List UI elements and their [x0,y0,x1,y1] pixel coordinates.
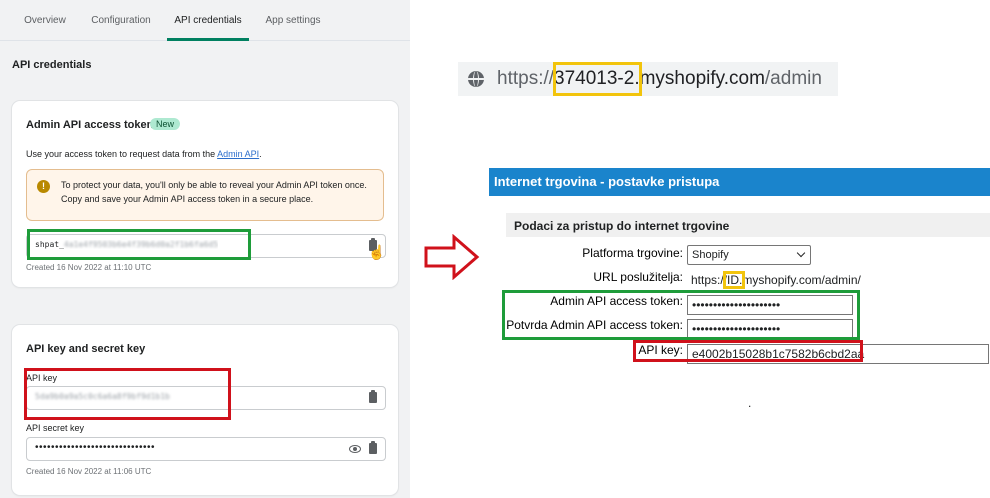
form-apikey-highlight-box [633,340,863,362]
browser-url-bar[interactable]: https://374013-2.myshopify.com/admin [458,62,838,96]
globe-icon [468,71,484,87]
warning-text: To protect your data, you'll only be abl… [61,180,367,204]
token-created-date: Created 16 Nov 2022 at 11:10 UTC [26,263,152,272]
api-secret-label: API secret key [26,423,85,433]
form-id-highlight-box [723,271,745,289]
tab-overview[interactable]: Overview [12,0,78,40]
access-token-help: Use your access token to request data fr… [26,149,262,159]
url-path: /admin [764,68,822,89]
section-title: API credentials [12,59,92,71]
help-suffix: . [259,149,262,159]
platform-value: Shopify [692,249,729,261]
shopify-admin-panel: Overview Configuration API credentials A… [0,0,410,498]
url-domain: .myshopify.com [634,68,765,89]
form-token-highlight-box [502,290,860,340]
url-prefix: https:// [497,68,555,89]
api-key-highlight-box [24,368,231,420]
api-secret-field[interactable]: •••••••••••••••••••••••••••••• [26,437,386,461]
tab-bar: Overview Configuration API credentials A… [0,0,410,41]
help-text: Use your access token to request data fr… [26,149,218,159]
platform-label: Platforma trgovine: [582,246,683,260]
form-url-suffix: .myshopify.com/admin/ [739,273,861,287]
id-highlight-box [553,62,642,96]
tab-app-settings[interactable]: App settings [256,0,330,40]
chevron-down-icon [796,248,806,258]
api-key-card-title: API key and secret key [26,343,146,355]
url-label: URL poslužitelja: [593,270,683,284]
warning-banner: ! To protect your data, you'll only be a… [26,169,384,221]
eye-icon[interactable] [349,445,361,453]
clipboard-icon[interactable] [369,441,377,454]
access-token-title: Admin API access token [26,119,154,131]
warning-icon: ! [37,180,50,193]
new-badge: New [150,118,181,130]
url-text: https://374013-2.myshopify.com/admin [497,68,822,90]
key-created-date: Created 16 Nov 2022 at 11:06 UTC [26,467,152,476]
token-highlight-box [27,229,251,260]
form-header: Internet trgovina - postavke pristupa [489,168,990,196]
stray-dot: . [748,396,752,410]
api-secret-value: •••••••••••••••••••••••••••••• [35,442,156,453]
tab-configuration[interactable]: Configuration [80,0,162,40]
platform-select[interactable]: Shopify [687,245,811,265]
form-section-title: Podaci za pristup do internet trgovine [506,213,990,237]
form-url-prefix: https:// [691,273,728,287]
clipboard-icon[interactable] [369,390,377,403]
right-arrow-icon [424,234,480,280]
tab-api-credentials[interactable]: API credentials [167,0,249,41]
hand-cursor-icon: ☝ [368,244,386,260]
admin-api-link[interactable]: Admin API [217,149,259,159]
